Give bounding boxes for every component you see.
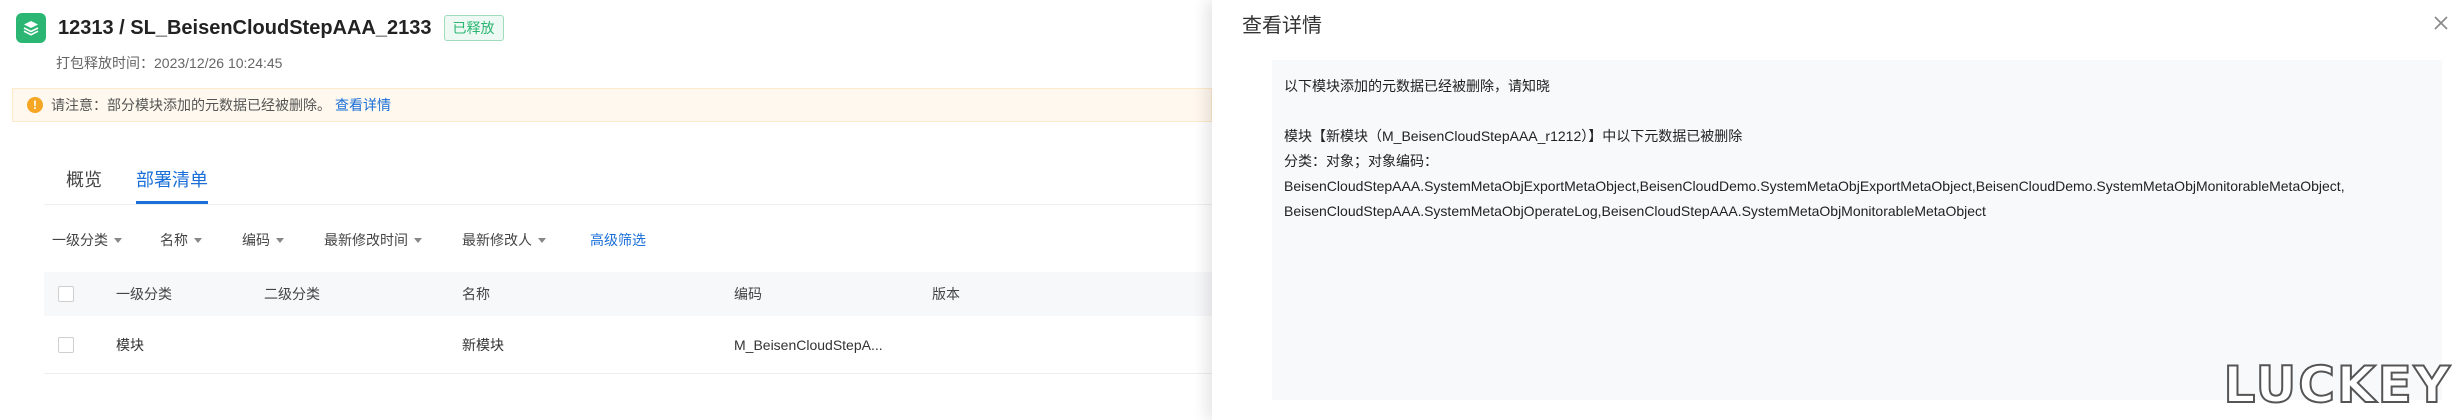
notice-text: 请注意：部分模块添加的元数据已经被删除。 — [51, 97, 331, 113]
column-header: 编码 — [734, 286, 762, 302]
cell-code: M_BeisenCloudStepA... — [734, 336, 883, 353]
page-header: 12313 / SL_BeisenCloudStepAAA_2133 已释放 — [16, 8, 504, 48]
column-header: 名称 — [462, 286, 490, 302]
table-header: 一级分类 二级分类 名称 编码 版本 — [44, 272, 1212, 316]
filter-name[interactable]: 名称 — [160, 230, 202, 250]
caret-down-icon — [194, 237, 202, 243]
caret-down-icon — [114, 237, 122, 243]
filter-label: 名称 — [160, 232, 188, 248]
drawer-header: 查看详情 — [1212, 0, 2462, 46]
select-all-checkbox[interactable] — [58, 286, 74, 302]
tab-bar: 概览 部署清单 — [66, 160, 242, 204]
row-checkbox[interactable] — [58, 336, 74, 353]
cell-name: 新模块 — [462, 336, 504, 353]
filter-modified-by[interactable]: 最新修改人 — [462, 230, 546, 250]
tab-overview[interactable]: 概览 — [66, 160, 102, 204]
category-line: 分类：对象；对象编码： — [1284, 153, 1438, 169]
close-icon[interactable] — [2430, 12, 2452, 34]
page-title: 12313 / SL_BeisenCloudStepAAA_2133 — [58, 16, 432, 39]
caret-down-icon — [276, 237, 284, 243]
filter-label: 一级分类 — [52, 232, 108, 248]
column-header: 一级分类 — [116, 286, 172, 302]
cell-level1: 模块 — [116, 336, 144, 353]
filter-code[interactable]: 编码 — [242, 230, 284, 250]
warning-circle-icon: ! — [27, 97, 43, 113]
drawer-content: 以下模块添加的元数据已经被删除，请知晓 模块【新模块（M_BeisenCloud… — [1272, 60, 2442, 400]
deleted-notice-line: 以下模块添加的元数据已经被删除，请知晓 — [1284, 78, 1550, 94]
advanced-filter-link[interactable]: 高级筛选 — [590, 230, 646, 250]
tabs-divider — [44, 204, 1212, 205]
view-details-link[interactable]: 查看详情 — [335, 95, 391, 115]
table-row[interactable]: 模块 新模块 M_BeisenCloudStepA... — [44, 316, 1212, 374]
caret-down-icon — [538, 237, 546, 243]
filter-label: 最新修改人 — [462, 232, 532, 248]
module-line: 模块【新模块（M_BeisenCloudStepAAA_r1212）】中以下元数… — [1284, 128, 1743, 144]
drawer-title: 查看详情 — [1242, 14, 1322, 37]
column-header: 版本 — [932, 286, 960, 302]
status-badge: 已释放 — [443, 15, 504, 41]
deploy-table: 一级分类 二级分类 名称 编码 版本 模块 新模块 M_BeisenCloudS… — [44, 272, 1212, 374]
column-header: 二级分类 — [264, 286, 320, 302]
layers-icon — [16, 13, 46, 43]
filter-bar: 一级分类 名称 编码 最新修改时间 最新修改人 高级筛选 — [52, 228, 646, 252]
filter-level1[interactable]: 一级分类 — [52, 230, 122, 250]
watermark: LUCKEY — [2223, 355, 2452, 415]
publish-time: 打包释放时间：2023/12/26 10:24:45 — [56, 55, 283, 71]
tab-deploy-list[interactable]: 部署清单 — [136, 160, 208, 204]
object-codes-line: BeisenCloudStepAAA.SystemMetaObjExportMe… — [1284, 178, 2345, 194]
filter-label: 编码 — [242, 232, 270, 248]
filter-modified-time[interactable]: 最新修改时间 — [324, 230, 422, 250]
notice-banner: ! 请注意：部分模块添加的元数据已经被删除。 查看详情 — [12, 88, 1212, 122]
object-codes-line: BeisenCloudStepAAA.SystemMetaObjOperateL… — [1284, 203, 1986, 219]
caret-down-icon — [414, 237, 422, 243]
filter-label: 最新修改时间 — [324, 232, 408, 248]
package-detail-page: 12313 / SL_BeisenCloudStepAAA_2133 已释放 打… — [0, 0, 1212, 420]
